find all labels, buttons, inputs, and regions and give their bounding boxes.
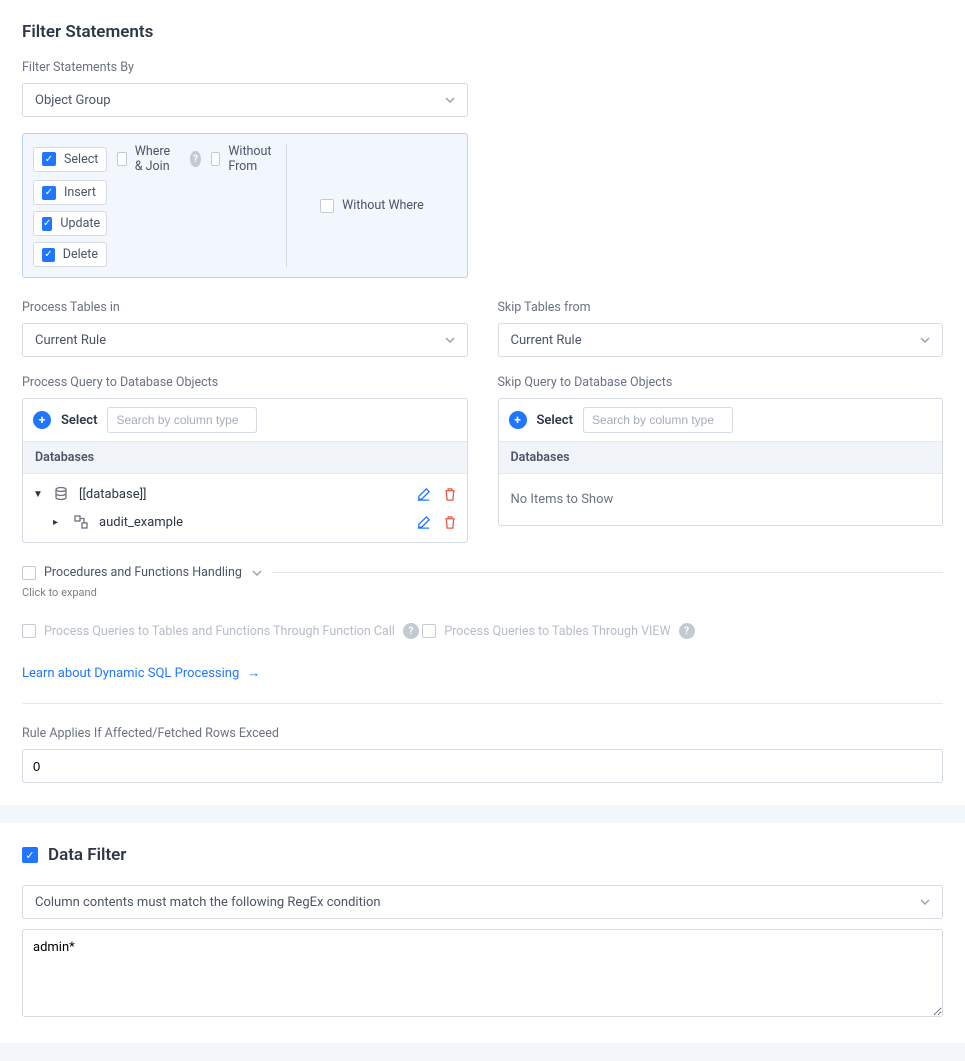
data-filter-condition-select[interactable]: Column contents must match the following… xyxy=(22,885,943,919)
caret-right-icon[interactable]: ▸ xyxy=(53,517,63,528)
rows-exceed-input[interactable] xyxy=(22,749,943,783)
skip-tables-value: Current Rule xyxy=(511,333,582,348)
select-checkbox[interactable]: ✓ Select xyxy=(33,147,107,172)
regex-input[interactable] xyxy=(22,929,943,1017)
skip-query-empty: No Items to Show xyxy=(499,474,943,525)
chevron-down-icon xyxy=(252,570,262,576)
add-icon[interactable]: + xyxy=(509,411,527,429)
data-filter-condition-value: Column contents must match the following… xyxy=(35,895,381,910)
checkbox-empty-icon xyxy=(320,199,334,213)
chevron-down-icon xyxy=(920,899,930,905)
caret-down-icon[interactable]: ▼ xyxy=(33,489,43,500)
filter-statements-title: Filter Statements xyxy=(22,22,943,42)
delete-icon[interactable] xyxy=(443,487,457,502)
tree-row-database[interactable]: ▼ [[database]] xyxy=(23,480,467,508)
data-filter-checkbox[interactable]: ✓ xyxy=(22,847,38,863)
delete-checkbox[interactable]: ✓ Delete xyxy=(33,242,107,267)
process-query-label: Process Query to Database Objects xyxy=(22,375,468,390)
process-query-panel: + Select Databases ▼ [[database]] xyxy=(22,398,468,543)
function-call-checkbox: Process Queries to Tables and Functions … xyxy=(22,623,419,639)
filter-by-select[interactable]: Object Group xyxy=(22,83,468,117)
skip-tables-label: Skip Tables from xyxy=(498,300,944,315)
check-icon: ✓ xyxy=(42,152,56,166)
update-checkbox[interactable]: ✓ Update xyxy=(33,211,107,236)
checkbox-empty-icon xyxy=(22,624,36,638)
chevron-down-icon xyxy=(920,337,930,343)
tree-item-label: [[database]] xyxy=(79,487,406,502)
check-icon: ✓ xyxy=(42,217,52,231)
checkbox-empty-icon xyxy=(22,566,36,580)
edit-icon[interactable] xyxy=(416,487,431,502)
process-tables-select[interactable]: Current Rule xyxy=(22,323,468,357)
tree-item-label: audit_example xyxy=(99,515,406,530)
checkbox-empty-icon xyxy=(422,624,436,638)
divider-line xyxy=(272,572,943,573)
checkbox-empty-icon xyxy=(211,152,221,166)
help-icon[interactable]: ? xyxy=(190,151,201,167)
learn-dynamic-sql-link[interactable]: Learn about Dynamic SQL Processing → xyxy=(22,665,260,681)
process-query-select-button[interactable]: Select xyxy=(61,413,97,428)
insert-checkbox[interactable]: ✓ Insert xyxy=(33,180,107,205)
process-query-header: Databases xyxy=(23,442,467,474)
filter-statements-panel: Filter Statements Filter Statements By O… xyxy=(0,0,965,805)
database-icon xyxy=(53,486,69,502)
without-where-checkbox[interactable]: Without Where xyxy=(320,198,424,213)
process-tables-value: Current Rule xyxy=(35,333,106,348)
through-view-checkbox: Process Queries to Tables Through VIEW ? xyxy=(422,623,694,639)
without-from-checkbox[interactable]: Without From xyxy=(211,144,276,174)
skip-query-header: Databases xyxy=(499,442,943,474)
skip-query-panel: + Select Databases No Items to Show xyxy=(498,398,944,526)
add-icon[interactable]: + xyxy=(33,411,51,429)
chevron-down-icon xyxy=(445,97,455,103)
delete-icon[interactable] xyxy=(443,515,457,530)
skip-query-search-input[interactable] xyxy=(583,407,733,433)
process-tables-label: Process Tables in xyxy=(22,300,468,315)
filter-by-value: Object Group xyxy=(35,93,111,108)
help-icon[interactable]: ? xyxy=(403,623,419,639)
check-icon: ✓ xyxy=(42,248,55,262)
checkbox-empty-icon xyxy=(117,152,126,166)
statement-types-box: ✓ Select Where & Join ? Without From ✓ I… xyxy=(22,133,468,278)
skip-query-label: Skip Query to Database Objects xyxy=(498,375,944,390)
skip-query-select-button[interactable]: Select xyxy=(537,413,573,428)
divider xyxy=(22,703,943,704)
check-icon: ✓ xyxy=(42,186,56,200)
tree-row-schema[interactable]: ▸ audit_example xyxy=(23,508,467,536)
chevron-down-icon xyxy=(445,337,455,343)
schema-icon xyxy=(73,514,89,530)
skip-tables-select[interactable]: Current Rule xyxy=(498,323,944,357)
rule-applies-label: Rule Applies If Affected/Fetched Rows Ex… xyxy=(22,726,943,741)
where-join-checkbox[interactable]: Where & Join xyxy=(117,144,180,174)
data-filter-title: Data Filter xyxy=(48,845,126,865)
help-icon[interactable]: ? xyxy=(679,623,695,639)
edit-icon[interactable] xyxy=(416,515,431,530)
procedures-section-toggle[interactable]: Procedures and Functions Handling xyxy=(22,565,943,580)
click-to-expand-hint: Click to expand xyxy=(22,586,943,599)
process-query-search-input[interactable] xyxy=(107,407,257,433)
data-filter-panel: ✓ Data Filter Column contents must match… xyxy=(0,823,965,1043)
filter-by-label: Filter Statements By xyxy=(22,60,943,75)
arrow-right-icon: → xyxy=(247,665,260,681)
